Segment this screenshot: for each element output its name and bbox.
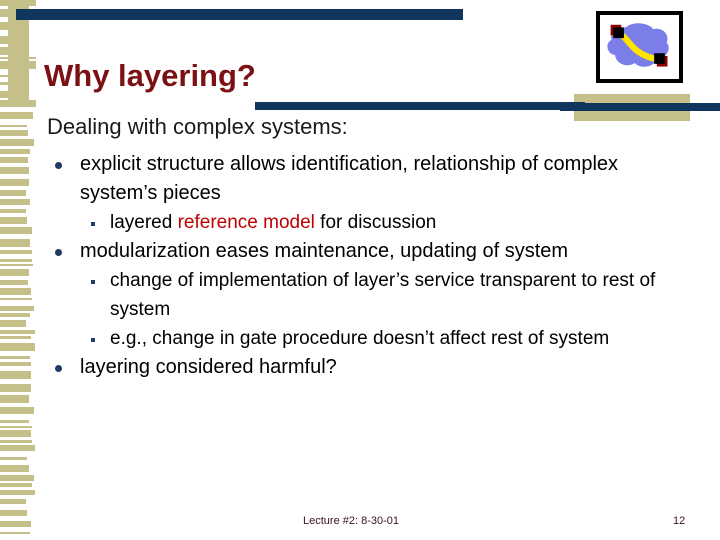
decorative-stripe (0, 22, 8, 30)
decorative-stripe (0, 430, 31, 437)
decorative-stripe (0, 217, 27, 224)
decorative-stripe (0, 57, 36, 59)
decorative-stripe (0, 362, 31, 366)
decorative-stripe (0, 499, 26, 504)
bullet-square-icon (91, 280, 95, 284)
decorative-stripe (0, 61, 36, 69)
decorative-stripe (0, 426, 32, 428)
decorative-stripe (0, 47, 8, 55)
decorative-stripe (0, 298, 32, 300)
decorative-stripe (0, 112, 33, 119)
decorative-stripe (0, 269, 29, 276)
bullet-square-icon (91, 338, 95, 342)
subtitle: Dealing with complex systems: (47, 114, 348, 139)
decorative-stripe (0, 356, 30, 359)
list-item: e.g., change in gate procedure doesn’t a… (44, 324, 680, 353)
decorative-stripe (0, 264, 33, 266)
page-number: 12 (673, 515, 686, 527)
decorative-stripe (0, 239, 30, 247)
decorative-stripe (0, 125, 27, 127)
decorative-stripe (0, 82, 8, 85)
decorative-stripe (0, 407, 34, 414)
decorative-stripe (0, 457, 27, 460)
highlighted-term: reference model (177, 212, 315, 233)
list-item-text: modularization eases maintenance, updati… (80, 240, 569, 262)
footer-note: Lecture #2: 8-30-01 (303, 515, 400, 527)
bullet-square-icon (91, 222, 95, 226)
decorative-stripe (0, 209, 26, 213)
decorative-stripe (0, 100, 36, 107)
bullet-dot-icon (55, 365, 62, 372)
decorative-stripe (0, 395, 29, 403)
decorative-stripe (0, 445, 35, 451)
list-item: explicit structure allows identification… (44, 150, 680, 208)
decorative-stripe (0, 420, 29, 423)
bullet-dot-icon (55, 162, 62, 169)
decorative-stripe (0, 490, 35, 495)
decorative-stripe (0, 179, 29, 186)
decorative-stripe (0, 336, 31, 339)
list-item-text: change of implementation of layer’s serv… (110, 270, 656, 320)
decorative-stripe (0, 330, 35, 334)
list-item-text: e.g., change in gate procedure doesn’t a… (110, 328, 610, 349)
decorative-stripe (0, 259, 32, 262)
network-cloud-logo (596, 11, 683, 83)
list-item: modularization eases maintenance, updati… (44, 237, 680, 266)
decorative-stripe (0, 465, 29, 472)
list-item-text: explicit structure allows identification… (80, 153, 619, 204)
decorative-stripe (0, 532, 30, 534)
list-item: layered reference model for discussion (44, 208, 680, 237)
decorative-stripe (0, 149, 30, 154)
decorative-stripe (0, 75, 8, 77)
subtitle-accent-rule (255, 102, 585, 110)
decorative-stripe (0, 157, 28, 163)
decorative-stripe (0, 343, 35, 351)
decorative-stripe (0, 139, 34, 146)
decorative-stripe (0, 167, 29, 174)
decorative-stripe (0, 371, 31, 379)
decorative-stripe (0, 475, 34, 481)
bullet-list: explicit structure allows identification… (44, 150, 680, 382)
list-item-text: layering considered harmful? (80, 356, 337, 378)
decorative-stripe (0, 250, 32, 254)
top-accent-rule (16, 9, 463, 20)
decorative-stripe (0, 130, 28, 136)
decorative-stripe (0, 288, 31, 295)
decorative-stripe (0, 280, 28, 285)
decorative-stripe (0, 320, 26, 327)
decorative-stripe (0, 91, 8, 98)
decorative-stripe (0, 521, 31, 527)
decorative-stripe (0, 384, 31, 392)
decorative-stripe (0, 306, 34, 311)
decorative-stripe (0, 313, 30, 317)
decorative-stripe (0, 483, 32, 487)
decorative-stripe (0, 0, 36, 6)
decorative-stripe (0, 510, 27, 516)
list-item-text-before: layered (110, 212, 178, 233)
decorative-stripe (0, 36, 8, 44)
page-title: Why layering? (44, 57, 256, 93)
network-cloud-icon (607, 23, 669, 67)
left-decorative-stripe-band (0, 0, 36, 540)
bullet-dot-icon (55, 249, 62, 256)
list-item-text-after: for discussion (314, 212, 437, 233)
decorative-stripe (0, 440, 32, 443)
decorative-stripe (0, 190, 26, 196)
list-item: layering considered harmful? (44, 353, 680, 382)
decorative-stripe (0, 227, 32, 234)
list-item: change of implementation of layer’s serv… (44, 266, 680, 324)
decorative-stripe (0, 199, 30, 205)
